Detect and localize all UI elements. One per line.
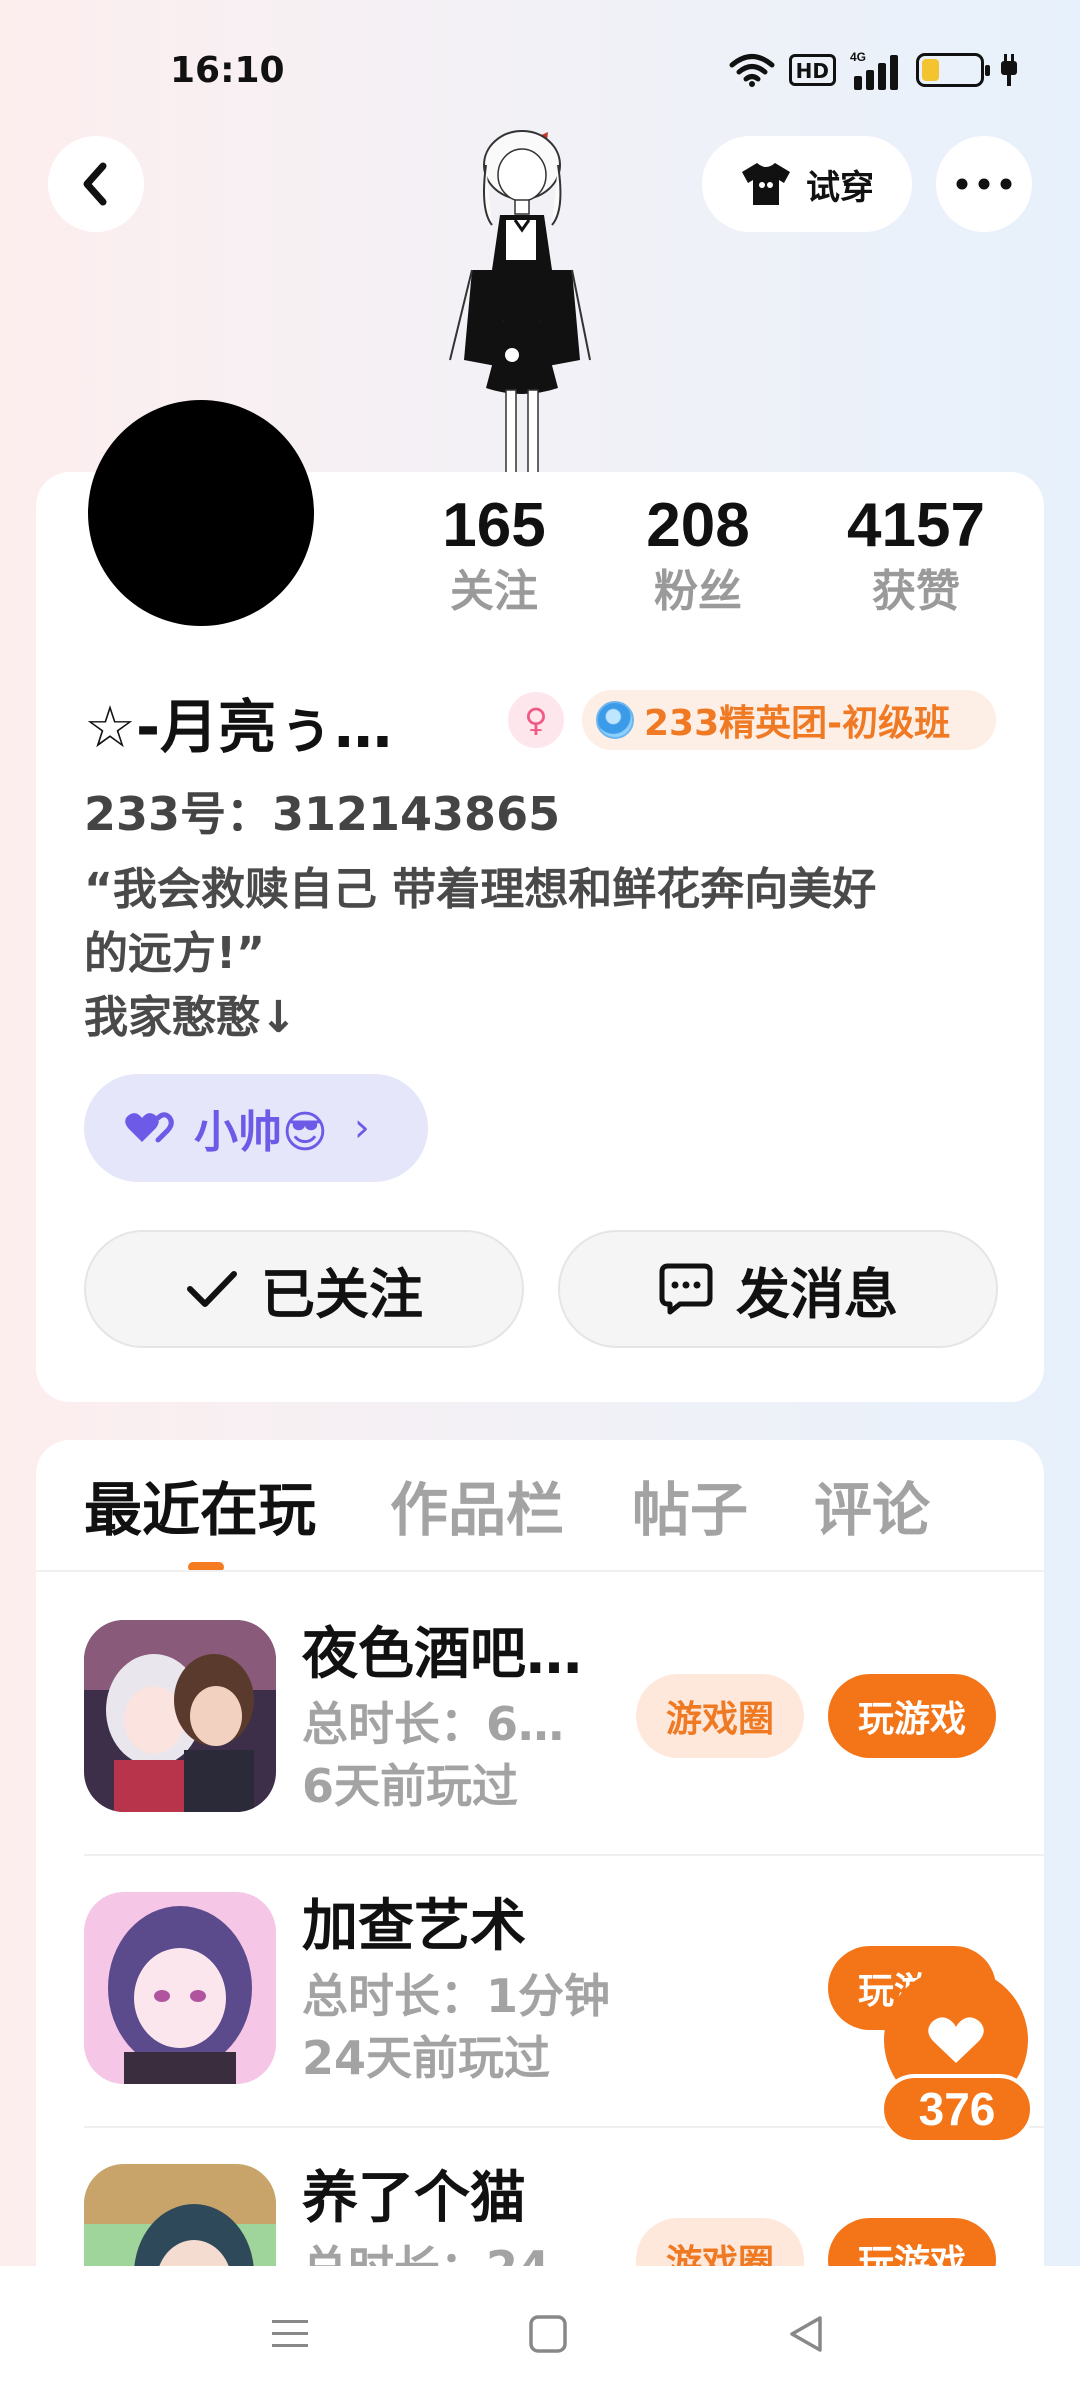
- list-item[interactable]: 夜色酒吧… 总时长：6… 6天前玩过 游戏圈 玩游戏: [84, 1620, 1044, 1814]
- clock-time: 16:10: [170, 50, 285, 91]
- system-nav-bar: [0, 2266, 1080, 2400]
- back-button[interactable]: [48, 136, 144, 232]
- followers-label: 粉丝: [654, 566, 742, 617]
- game-duration: 总时长：1分钟: [302, 1969, 611, 2023]
- double-heart-icon: [125, 1112, 174, 1143]
- game-title: 养了个猫: [302, 2166, 526, 2231]
- chat-bubble-icon: [659, 1263, 713, 1315]
- game-title: 夜色酒吧…: [302, 1622, 582, 1687]
- game-title: 加查艺术: [302, 1894, 526, 1959]
- row-divider: [84, 1854, 1044, 1856]
- more-dots-icon: [956, 178, 1012, 190]
- likes-count: 4157: [847, 491, 985, 560]
- list-item[interactable]: 养了个猫 总时长：24… 游戏圈 玩游戏: [84, 2164, 1044, 2266]
- chevron-left-icon: [83, 162, 107, 206]
- bio: “我会救赎自己 带着理想和鲜花奔向美好 的远方!” 我家憨憨↓: [84, 858, 1004, 1050]
- battery-icon: [916, 53, 990, 87]
- cp-partner-chip[interactable]: 小帅😎 ›: [84, 1074, 428, 1182]
- svg-text:4G: 4G: [850, 50, 866, 64]
- back-triangle-icon: [790, 2316, 822, 2352]
- stat-followers[interactable]: 208 粉丝: [588, 488, 808, 620]
- game-icon-gacha-art: [84, 1892, 276, 2084]
- game-icon-raised-a-cat: [84, 2164, 276, 2266]
- menu-icon: [272, 2320, 308, 2347]
- badge-emblem-icon: [596, 701, 634, 739]
- chevron-right-icon: ›: [353, 1105, 370, 1151]
- try-on-button[interactable]: 试穿: [702, 136, 912, 232]
- following-label: 关注: [450, 566, 538, 617]
- status-bar: 16:10 HD 4G: [0, 0, 1080, 140]
- badge-label: 233精英团-初级班: [644, 703, 951, 744]
- tab-posts[interactable]: 帖子: [632, 1460, 748, 1560]
- tab-works[interactable]: 作品栏: [390, 1460, 564, 1560]
- following-count: 165: [442, 491, 546, 560]
- try-on-label: 试穿: [806, 167, 874, 208]
- wifi-icon: [729, 54, 775, 87]
- bio-line: 的远方!”: [84, 928, 265, 979]
- game-last-played: 24天前玩过: [302, 2031, 551, 2085]
- user-id: 233号：312143865: [84, 787, 561, 841]
- cellular-signal-icon: 4G: [850, 50, 898, 90]
- hd-icon: HD: [788, 54, 836, 86]
- home-square-icon: [529, 2315, 567, 2353]
- avatar-figure-illustration: [449, 130, 591, 475]
- send-message-button[interactable]: 发消息: [558, 1230, 998, 1348]
- membership-badge[interactable]: 233精英团-初级班: [582, 690, 996, 750]
- cp-partner-name: 小帅😎: [194, 1107, 328, 1158]
- play-game-button[interactable]: 玩游戏: [828, 2218, 996, 2266]
- female-icon: ♀: [508, 692, 564, 748]
- charging-icon: [1001, 54, 1017, 86]
- game-duration: 总时长：6…: [302, 1697, 565, 1751]
- followers-count: 208: [646, 491, 750, 560]
- home-button[interactable]: [518, 2304, 578, 2364]
- followed-button[interactable]: 已关注: [84, 1230, 524, 1348]
- nickname: ☆-月亮ぅ…: [84, 693, 393, 761]
- tab-divider: [36, 1570, 1044, 1572]
- status-icons: HD 4G: [729, 48, 1020, 92]
- bio-line: “我会救赎自己 带着理想和鲜花奔向美好: [84, 864, 877, 915]
- tab-comments[interactable]: 评论: [814, 1460, 930, 1560]
- like-count: 376: [880, 2074, 1034, 2144]
- avatar[interactable]: [88, 400, 314, 626]
- game-circle-button[interactable]: 游戏圈: [636, 2218, 804, 2266]
- more-button[interactable]: [936, 136, 1032, 232]
- menu-button[interactable]: [260, 2304, 320, 2364]
- heart-icon: [928, 2017, 984, 2063]
- likes-label: 获赞: [872, 566, 960, 617]
- game-duration: 总时长：24…: [302, 2238, 596, 2266]
- stat-likes[interactable]: 4157 获赞: [806, 488, 1026, 620]
- send-message-label: 发消息: [736, 1262, 898, 1326]
- checkmark-icon: [187, 1271, 237, 1307]
- stat-following[interactable]: 165 关注: [384, 488, 604, 620]
- play-game-button[interactable]: 玩游戏: [828, 1674, 996, 1758]
- tab-recently-played[interactable]: 最近在玩: [84, 1460, 316, 1560]
- bio-line: 我家憨憨↓: [84, 992, 297, 1043]
- system-back-button[interactable]: [776, 2304, 836, 2364]
- content-tabs: 最近在玩 作品栏 帖子 评论: [84, 1460, 1044, 1570]
- tshirt-icon: [742, 163, 790, 205]
- game-circle-button[interactable]: 游戏圈: [636, 1674, 804, 1758]
- game-last-played: 6天前玩过: [302, 1759, 519, 1813]
- followed-label: 已关注: [261, 1262, 423, 1326]
- battery-level: [922, 59, 939, 81]
- game-icon-night-bar: [84, 1620, 276, 1812]
